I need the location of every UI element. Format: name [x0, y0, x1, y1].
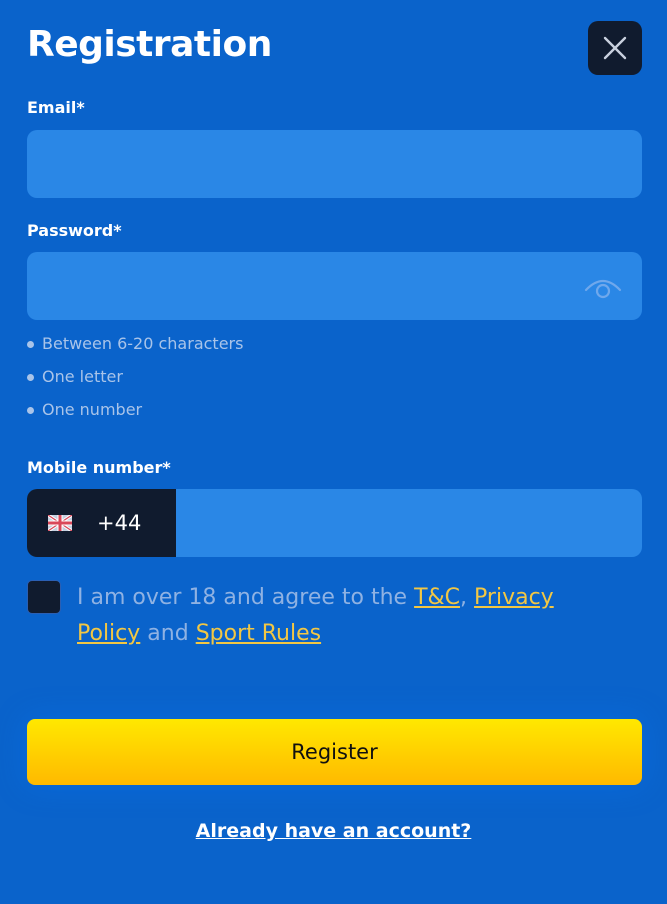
registration-dialog: Registration Email* Password* Between 6-… [0, 0, 667, 904]
login-link[interactable]: Already have an account? [0, 820, 667, 842]
register-button[interactable]: Register [27, 719, 642, 785]
mobile-field-container: +44 [27, 489, 642, 557]
uk-flag-icon [48, 515, 72, 531]
password-rules: Between 6-20 characters One letter One n… [27, 332, 243, 431]
dialog-title: Registration [27, 24, 272, 65]
close-button[interactable] [588, 21, 642, 75]
age-agreement-checkbox[interactable] [27, 580, 61, 614]
mobile-number-field[interactable] [176, 489, 642, 557]
email-field[interactable] [27, 130, 642, 198]
email-field-container [27, 130, 642, 198]
password-rule: Between 6-20 characters [27, 332, 243, 365]
password-rule: One number [27, 398, 243, 431]
eye-icon[interactable] [584, 272, 622, 300]
sport-rules-link[interactable]: Sport Rules [196, 621, 321, 646]
agreement-separator: , [460, 585, 475, 610]
close-icon [603, 36, 627, 60]
password-label: Password* [27, 221, 122, 240]
email-label: Email* [27, 98, 85, 117]
tc-link[interactable]: T&C [414, 585, 460, 610]
mobile-label: Mobile number* [27, 458, 171, 477]
agreement-text-and: and [140, 621, 196, 646]
country-code-value: +44 [97, 511, 142, 535]
country-code-selector[interactable]: +44 [27, 489, 176, 557]
agreement-text: I am over 18 and agree to the T&C, Priva… [77, 580, 617, 652]
password-field-container [27, 252, 642, 320]
password-field[interactable] [27, 252, 642, 320]
password-rule: One letter [27, 365, 243, 398]
agreement-text-part: I am over 18 and agree to the [77, 585, 415, 610]
